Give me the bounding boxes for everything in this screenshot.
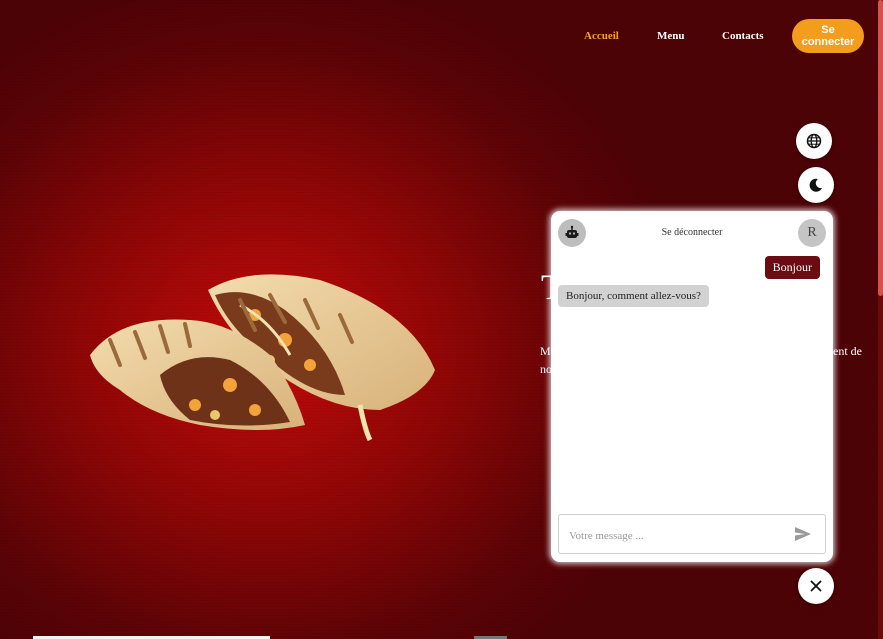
logout-link[interactable]: Se déconnecter bbox=[551, 227, 833, 238]
chat-input-box bbox=[558, 514, 826, 554]
close-icon bbox=[810, 580, 822, 592]
user-message: Bonjour bbox=[764, 256, 820, 279]
globe-icon bbox=[806, 133, 822, 149]
login-button[interactable]: Se connecter bbox=[792, 19, 864, 53]
hero-text: M bbox=[540, 344, 551, 358]
message-input[interactable] bbox=[567, 525, 786, 547]
nav-menu[interactable]: Menu bbox=[657, 30, 685, 42]
send-icon[interactable] bbox=[795, 527, 811, 541]
moon-icon bbox=[809, 178, 822, 192]
hero-text-end: ent de bbox=[833, 344, 862, 358]
user-avatar[interactable]: R bbox=[798, 219, 826, 247]
nav-accueil[interactable]: Accueil bbox=[584, 30, 619, 42]
chat-panel: Se déconnecter R Bonjour Bonjour, commen… bbox=[551, 211, 833, 562]
nav-contacts[interactable]: Contacts bbox=[722, 30, 764, 42]
scrollbar-thumb[interactable] bbox=[878, 0, 883, 296]
bot-message: Bonjour, comment allez-vous? bbox=[558, 285, 709, 307]
theme-toggle-button[interactable] bbox=[798, 167, 834, 203]
scrollbar[interactable] bbox=[878, 0, 883, 639]
close-chat-button[interactable] bbox=[798, 568, 834, 604]
language-button[interactable] bbox=[796, 123, 832, 159]
burrito-image bbox=[90, 274, 435, 442]
